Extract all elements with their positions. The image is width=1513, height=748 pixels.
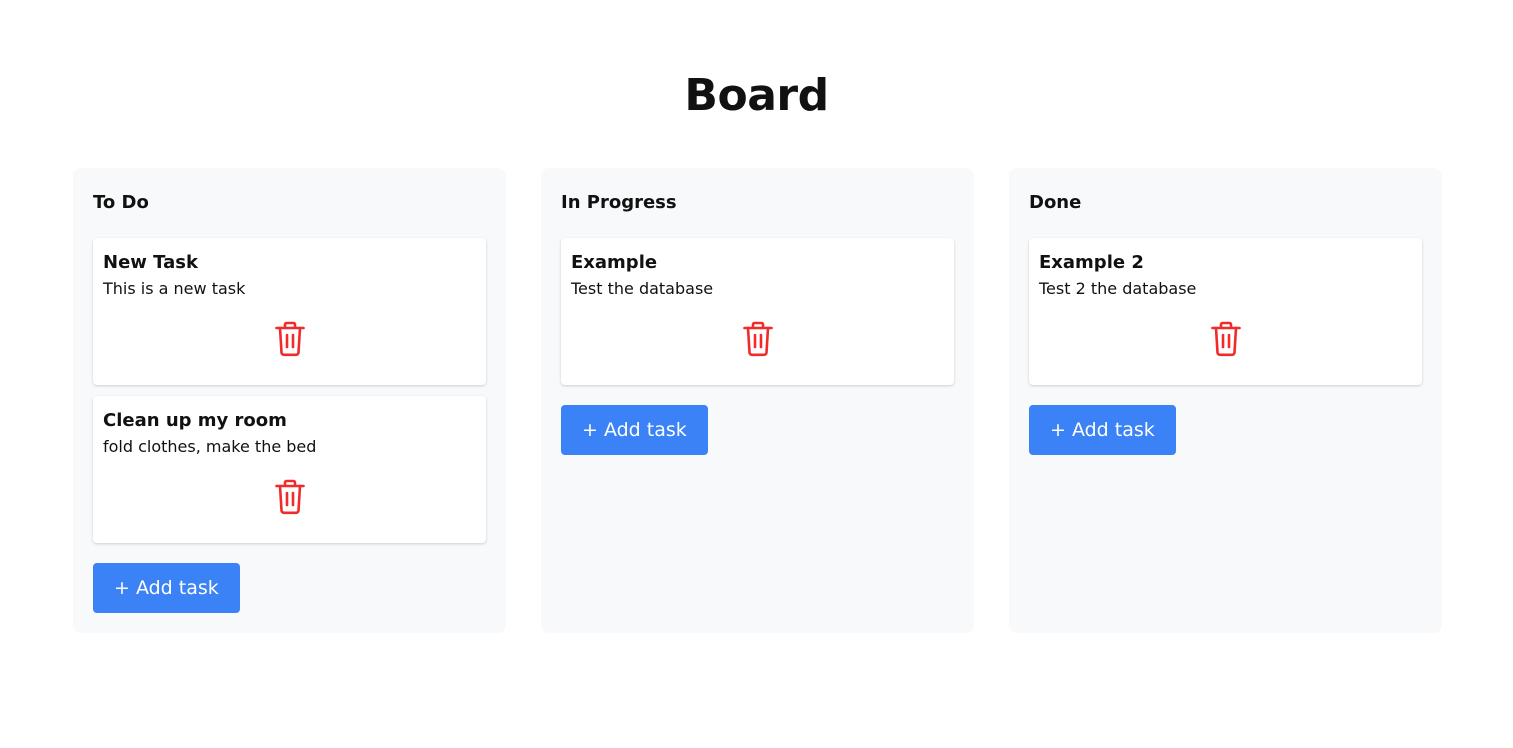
column-title: To Do bbox=[93, 192, 149, 213]
add-task-button[interactable]: + Add task bbox=[93, 563, 240, 613]
task-description: fold clothes, make the bed bbox=[103, 437, 317, 456]
task-description: Test the database bbox=[571, 279, 714, 298]
delete-task-button[interactable] bbox=[1209, 320, 1243, 358]
delete-task-button[interactable] bbox=[273, 478, 307, 516]
column-done: Done Example 2 Test 2 the database + Add… bbox=[1009, 168, 1442, 633]
column-title: In Progress bbox=[561, 192, 677, 213]
column-in-progress: In Progress Example Test the database + … bbox=[541, 168, 974, 633]
add-task-button[interactable]: + Add task bbox=[561, 405, 708, 455]
task-title: Clean up my room bbox=[103, 410, 287, 431]
board: To Do New Task This is a new task Clean … bbox=[73, 168, 1442, 633]
task-title: Example bbox=[571, 252, 658, 273]
column-todo: To Do New Task This is a new task Clean … bbox=[73, 168, 506, 633]
trash-icon bbox=[742, 321, 773, 357]
trash-icon bbox=[274, 321, 305, 357]
task-title: Example 2 bbox=[1039, 252, 1144, 273]
task-card[interactable]: New Task This is a new task bbox=[93, 238, 486, 385]
task-description: This is a new task bbox=[103, 279, 246, 298]
delete-task-button[interactable] bbox=[273, 320, 307, 358]
delete-task-button[interactable] bbox=[741, 320, 775, 358]
page-title: Board bbox=[684, 70, 829, 121]
trash-icon bbox=[274, 479, 305, 515]
column-title: Done bbox=[1029, 192, 1082, 213]
task-card[interactable]: Example 2 Test 2 the database bbox=[1029, 238, 1422, 385]
add-task-button[interactable]: + Add task bbox=[1029, 405, 1176, 455]
task-card[interactable]: Example Test the database bbox=[561, 238, 954, 385]
task-description: Test 2 the database bbox=[1039, 279, 1197, 298]
task-card[interactable]: Clean up my room fold clothes, make the … bbox=[93, 396, 486, 543]
task-title: New Task bbox=[103, 252, 198, 273]
trash-icon bbox=[1210, 321, 1241, 357]
